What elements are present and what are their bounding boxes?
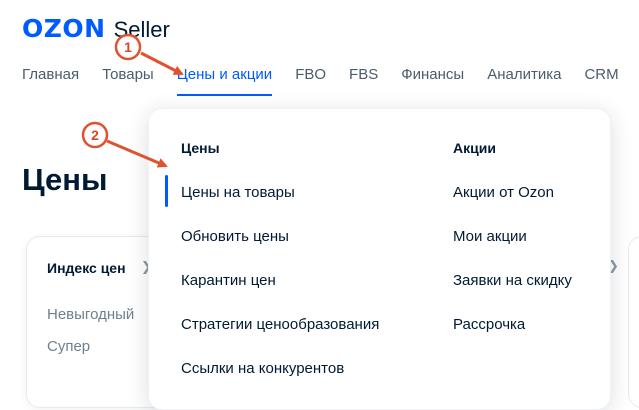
- annotation-arrow-1: [140, 51, 184, 76]
- annotation-arrow-2: [106, 139, 168, 168]
- annotation-badge-2: 2: [81, 121, 109, 149]
- annotation-badge-2-label: 2: [91, 127, 99, 143]
- annotation-badge-1-label: 1: [124, 39, 132, 55]
- annotation-badge-1: 1: [114, 33, 142, 61]
- annotation-overlay: 1 2: [81, 33, 184, 168]
